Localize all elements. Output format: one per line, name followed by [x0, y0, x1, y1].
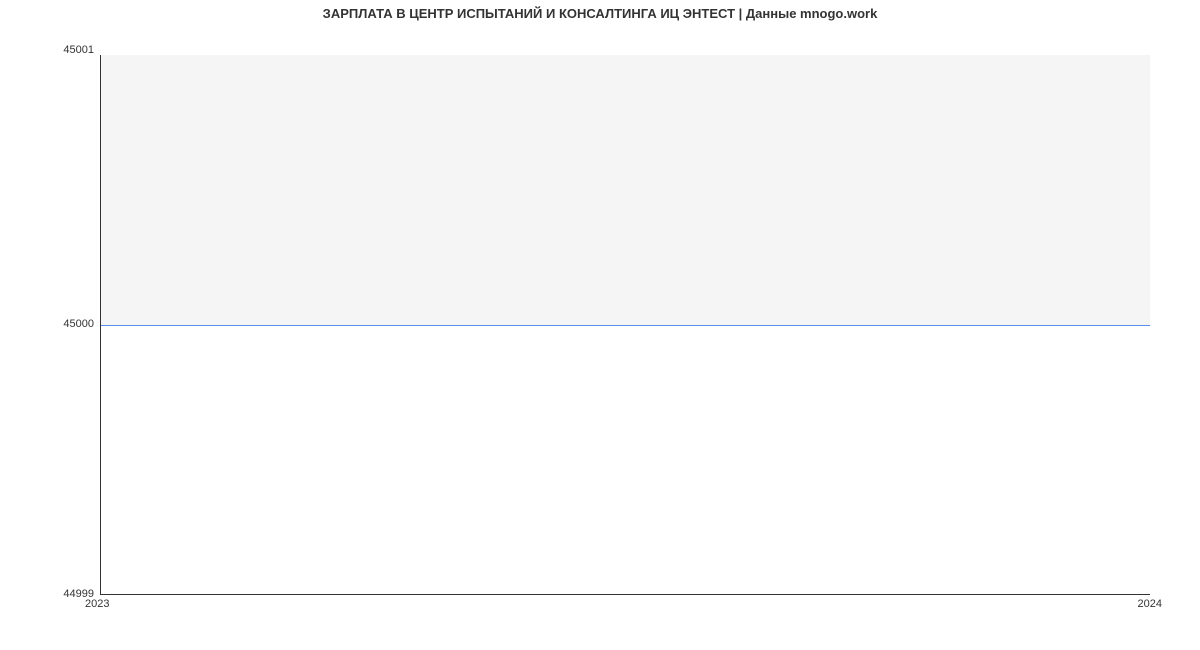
y-tick-mid: 45000 [4, 318, 94, 330]
series-line [101, 325, 1150, 326]
x-tick-right: 2024 [1138, 598, 1162, 610]
y-tick-bottom: 44999 [4, 588, 94, 600]
chart-container: ЗАРПЛАТА В ЦЕНТР ИСПЫТАНИЙ И КОНСАЛТИНГА… [0, 0, 1200, 650]
plot-lower-half [101, 325, 1150, 595]
plot-area [100, 55, 1150, 595]
chart-title: ЗАРПЛАТА В ЦЕНТР ИСПЫТАНИЙ И КОНСАЛТИНГА… [0, 6, 1200, 21]
x-tick-left: 2023 [85, 598, 109, 610]
y-tick-top: 45001 [4, 44, 94, 56]
